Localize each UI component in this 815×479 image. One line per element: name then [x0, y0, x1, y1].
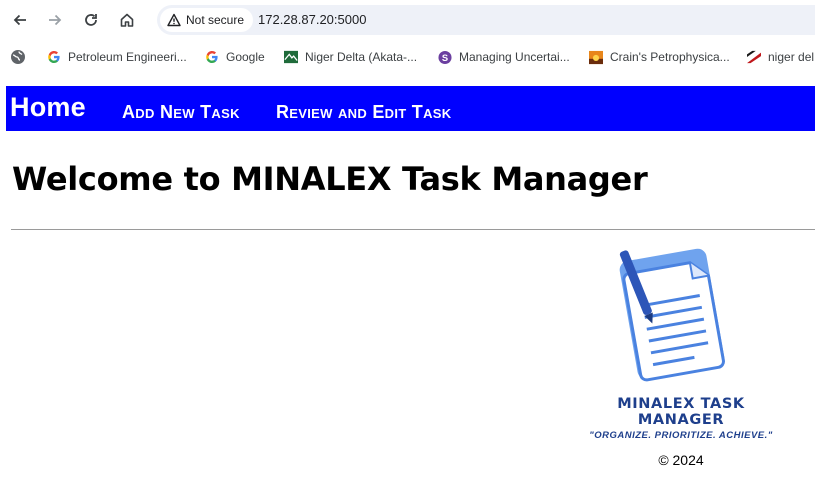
warning-icon	[167, 13, 181, 27]
bookmarks-bar: Petroleum Engineeri... Google Niger Delt…	[0, 44, 815, 70]
address-bar[interactable]: Not secure 172.28.87.20:5000	[157, 5, 815, 35]
divider	[11, 229, 815, 230]
bookmark-managing-uncertainty[interactable]: S Managing Uncertai...	[438, 48, 570, 66]
page-title: Welcome to MINALEX Task Manager	[12, 160, 648, 198]
svg-text:S: S	[442, 52, 448, 62]
arrow-right-icon	[49, 14, 62, 26]
globe-icon[interactable]	[10, 49, 26, 65]
home-button[interactable]	[116, 9, 138, 31]
browser-toolbar: Not secure 172.28.87.20:5000	[0, 0, 815, 40]
logo-name: MINALEX TASK MANAGER	[617, 396, 745, 428]
bookmark-label: Petroleum Engineeri...	[68, 50, 187, 64]
bookmark-label: Niger Delta (Akata-...	[305, 50, 418, 64]
bookmark-label: Google	[226, 50, 265, 64]
arrow-left-icon	[13, 14, 26, 26]
google-g-icon	[47, 50, 61, 64]
security-label: Not secure	[186, 13, 245, 27]
purple-s-icon: S	[438, 50, 452, 64]
bookmark-label: niger del	[768, 50, 815, 64]
security-chip[interactable]: Not secure	[160, 8, 254, 32]
bookmark-google[interactable]: Google	[205, 48, 265, 66]
nav-add-task-link[interactable]: Add New Task	[122, 102, 240, 123]
site-icon	[284, 50, 298, 64]
nav-review-task-link[interactable]: Review and Edit Task	[276, 102, 451, 123]
footer-copyright: © 2024	[658, 452, 704, 468]
nav-home-link[interactable]: Home	[10, 92, 86, 123]
bookmark-niger-del[interactable]: niger del	[747, 48, 814, 66]
reload-button[interactable]	[80, 9, 102, 31]
home-icon	[120, 13, 134, 27]
logo-tagline: "ORGANIZE. PRIORITIZE. ACHIEVE."	[589, 430, 773, 441]
google-g-icon	[205, 50, 219, 64]
flag-icon	[747, 50, 761, 64]
logo-caption: MINALEX TASK MANAGER "ORGANIZE. PRIORITI…	[576, 396, 786, 441]
bookmark-label: Crain's Petrophysica...	[610, 50, 730, 64]
bookmark-niger-delta[interactable]: Niger Delta (Akata-...	[284, 48, 417, 66]
url-text[interactable]: 172.28.87.20:5000	[258, 12, 366, 27]
top-navbar: Home Add New Task Review and Edit Task	[6, 86, 815, 131]
bookmark-petroleum[interactable]: Petroleum Engineeri...	[47, 48, 187, 66]
back-button[interactable]	[9, 9, 31, 31]
bookmark-label: Managing Uncertai...	[459, 50, 570, 64]
forward-button[interactable]	[44, 9, 66, 31]
reload-icon	[85, 14, 97, 26]
sunset-icon	[589, 50, 603, 64]
bookmark-crains[interactable]: Crain's Petrophysica...	[589, 48, 730, 66]
